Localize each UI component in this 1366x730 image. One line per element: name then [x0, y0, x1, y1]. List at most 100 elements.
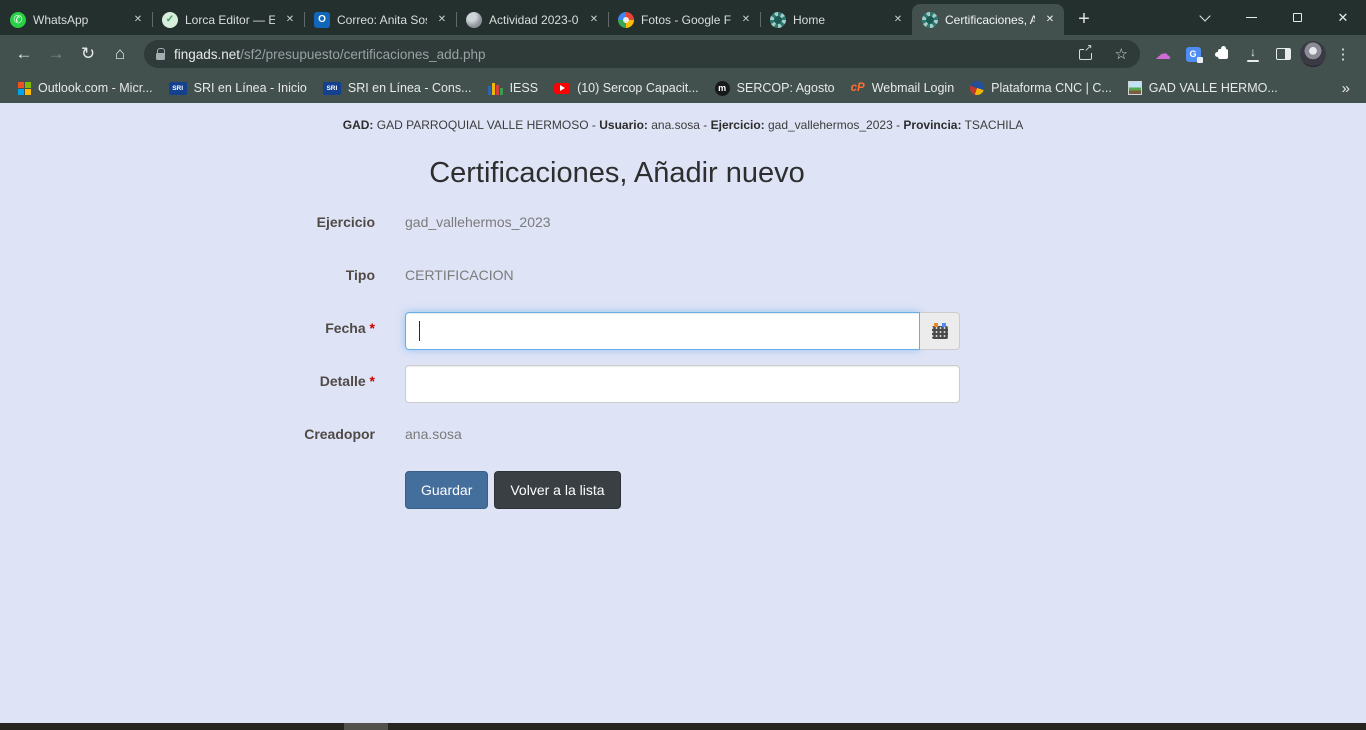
guardar-button[interactable]: Guardar: [405, 471, 488, 509]
calendar-button[interactable]: [920, 312, 960, 350]
url-text[interactable]: fingads.net/sf2/presupuesto/certificacio…: [174, 47, 1070, 62]
page-title: Certificaciones, Añadir nuevo: [272, 157, 962, 190]
iess-icon: [488, 82, 503, 95]
home-button[interactable]: ⌂: [104, 38, 136, 70]
bookmark-label: Plataforma CNC | C...: [991, 81, 1112, 95]
menu-dots-icon[interactable]: ⋮: [1328, 38, 1358, 70]
gad-logo-icon: [1128, 81, 1142, 95]
bookmarks-overflow-chevron[interactable]: »: [1336, 80, 1356, 97]
outlook-icon: O: [314, 12, 330, 28]
text-cursor: [419, 321, 420, 341]
fecha-input[interactable]: [405, 312, 920, 350]
bookmark-gad-valle-hermoso[interactable]: GAD VALLE HERMO...: [1120, 76, 1286, 100]
globe-icon: [466, 12, 482, 28]
detalle-input[interactable]: [405, 365, 960, 403]
cpanel-icon: cP: [851, 82, 865, 94]
fecha-label: Fecha *: [272, 312, 375, 350]
tab-lorca-editor[interactable]: ✓ Lorca Editor — El ✕: [152, 4, 304, 35]
form-row-creadopor: Creadopor ana.sosa: [272, 418, 962, 456]
extensions-puzzle-icon[interactable]: [1208, 38, 1238, 70]
meta-value: gad_vallehermos_2023 -: [765, 118, 904, 132]
web-page: GAD: GAD PARROQUIAL VALLE HERMOSO - Usua…: [0, 103, 1366, 723]
share-icon[interactable]: ↗: [1079, 49, 1092, 60]
bookmark-sercop-agosto[interactable]: m SERCOP: Agosto: [707, 76, 843, 100]
scrollbar-thumb[interactable]: [344, 723, 388, 730]
restore-button[interactable]: [1274, 0, 1320, 35]
sri-icon: SRI: [323, 82, 341, 95]
tab-whatsapp[interactable]: ✆ WhatsApp ✕: [0, 4, 152, 35]
creadopor-value: ana.sosa: [405, 418, 960, 442]
tab-actividad[interactable]: Actividad 2023-0 ✕: [456, 4, 608, 35]
bookmark-label: Webmail Login: [872, 81, 954, 95]
url-path: /sf2/presupuesto/certificaciones_add.php: [240, 47, 485, 62]
cnc-icon: [970, 81, 984, 95]
bookmark-sri-inicio[interactable]: SRI SRI en Línea - Inicio: [161, 76, 315, 100]
tab-correo[interactable]: O Correo: Anita Sos ✕: [304, 4, 456, 35]
tab-close-icon[interactable]: ✕: [282, 12, 298, 28]
bookmark-label: IESS: [510, 81, 539, 95]
url-domain: fingads.net: [174, 47, 240, 62]
tab-close-icon[interactable]: ✕: [434, 12, 450, 28]
bookmark-label: SRI en Línea - Inicio: [194, 81, 307, 95]
reload-button[interactable]: ↻: [72, 38, 104, 70]
horizontal-scrollbar[interactable]: [0, 723, 1366, 730]
tab-close-icon[interactable]: ✕: [1042, 12, 1058, 28]
minimize-button[interactable]: [1228, 0, 1274, 35]
forward-button[interactable]: →: [40, 38, 72, 70]
cloud-extension-icon[interactable]: ☁: [1148, 38, 1178, 70]
tipo-value: CERTIFICACION: [405, 259, 960, 283]
fingads-logo-icon: [770, 12, 786, 28]
form-row-ejercicio: Ejercicio gad_vallehermos_2023: [272, 206, 962, 244]
tab-close-icon[interactable]: ✕: [586, 12, 602, 28]
tab-title: Home: [793, 13, 883, 27]
meta-label: GAD:: [343, 118, 374, 132]
close-window-button[interactable]: ✕: [1320, 0, 1366, 35]
session-info-line: GAD: GAD PARROQUIAL VALLE HERMOSO - Usua…: [0, 103, 1366, 132]
fingads-logo-icon: [922, 12, 938, 28]
tab-title: Certificaciones, A: [945, 13, 1035, 27]
detalle-label: Detalle *: [272, 365, 375, 403]
window-controls: ✕: [1182, 0, 1366, 35]
tab-certificaciones-active[interactable]: Certificaciones, A ✕: [912, 4, 1064, 35]
translate-extension-icon[interactable]: G: [1178, 38, 1208, 70]
tab-google-fotos[interactable]: Fotos - Google F ✕: [608, 4, 760, 35]
browser-toolbar: ← → ↻ ⌂ fingads.net/sf2/presupuesto/cert…: [0, 35, 1366, 73]
bookmark-star-icon[interactable]: ☆: [1115, 45, 1128, 63]
meta-value: ana.sosa -: [648, 118, 711, 132]
tab-home[interactable]: Home ✕: [760, 4, 912, 35]
bookmark-label: GAD VALLE HERMO...: [1149, 81, 1278, 95]
lock-icon[interactable]: [156, 53, 165, 60]
new-tab-button[interactable]: +: [1070, 5, 1098, 33]
form-container: Certificaciones, Añadir nuevo Ejercicio …: [272, 157, 962, 509]
profile-avatar[interactable]: [1298, 38, 1328, 70]
meta-label: Ejercicio:: [711, 118, 765, 132]
bookmark-label: SRI en Línea - Cons...: [348, 81, 472, 95]
address-bar[interactable]: fingads.net/sf2/presupuesto/certificacio…: [144, 40, 1140, 68]
back-button[interactable]: ←: [8, 38, 40, 70]
tab-title: Actividad 2023-0: [489, 13, 579, 27]
bookmark-label: Outlook.com - Micr...: [38, 81, 153, 95]
form-row-detalle: Detalle *: [272, 365, 962, 403]
tab-search-chevron-icon[interactable]: [1182, 0, 1228, 35]
downloads-icon[interactable]: ↓: [1238, 38, 1268, 70]
meta-value: TSACHILA: [961, 118, 1023, 132]
ejercicio-label: Ejercicio: [272, 206, 375, 244]
tab-close-icon[interactable]: ✕: [130, 12, 146, 28]
bookmark-plataforma-cnc[interactable]: Plataforma CNC | C...: [962, 76, 1120, 100]
bookmark-iess[interactable]: IESS: [480, 76, 547, 100]
browser-window: ✆ WhatsApp ✕ ✓ Lorca Editor — El ✕ O Cor…: [0, 0, 1366, 730]
ejercicio-value: gad_vallehermos_2023: [405, 206, 960, 230]
bookmark-label: SERCOP: Agosto: [737, 81, 835, 95]
tab-close-icon[interactable]: ✕: [890, 12, 906, 28]
tab-close-icon[interactable]: ✕: [738, 12, 754, 28]
bookmark-webmail[interactable]: cP Webmail Login: [843, 76, 963, 100]
bookmark-sercop-youtube[interactable]: (10) Sercop Capacit...: [546, 76, 707, 100]
calendar-icon: [932, 326, 948, 339]
bookmark-sri-consultas[interactable]: SRI SRI en Línea - Cons...: [315, 76, 480, 100]
volver-a-la-lista-button[interactable]: Volver a la lista: [494, 471, 620, 509]
google-photos-icon: [618, 12, 634, 28]
creadopor-label: Creadopor: [272, 418, 375, 456]
microsoft-icon: [18, 82, 31, 95]
bookmark-outlook[interactable]: Outlook.com - Micr...: [10, 76, 161, 100]
side-panel-icon[interactable]: [1268, 38, 1298, 70]
